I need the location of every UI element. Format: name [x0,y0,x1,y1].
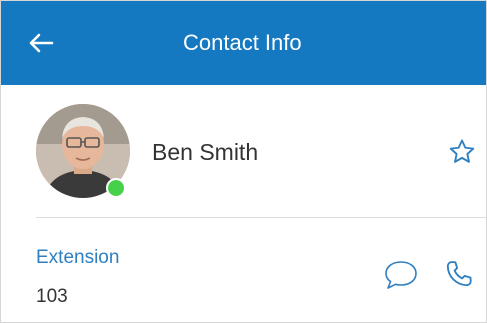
extension-value: 103 [36,286,68,307]
presence-indicator [106,178,126,198]
phone-icon [446,261,472,287]
contact-info-screen: Contact Info Ben Smith Extension 103 [0,0,487,323]
extension-label: Extension [36,247,120,268]
page-title: Contact Info [183,30,302,55]
chat-bubble-icon [385,261,417,289]
arrow-left-icon [29,33,54,53]
back-button[interactable] [19,21,63,65]
star-outline-icon [449,139,475,163]
contact-name: Ben Smith [152,139,259,165]
message-button[interactable] [381,256,421,294]
call-button[interactable] [439,254,479,294]
divider [36,217,486,218]
favorite-button[interactable] [443,133,481,171]
app-bar: Contact Info [1,1,486,85]
